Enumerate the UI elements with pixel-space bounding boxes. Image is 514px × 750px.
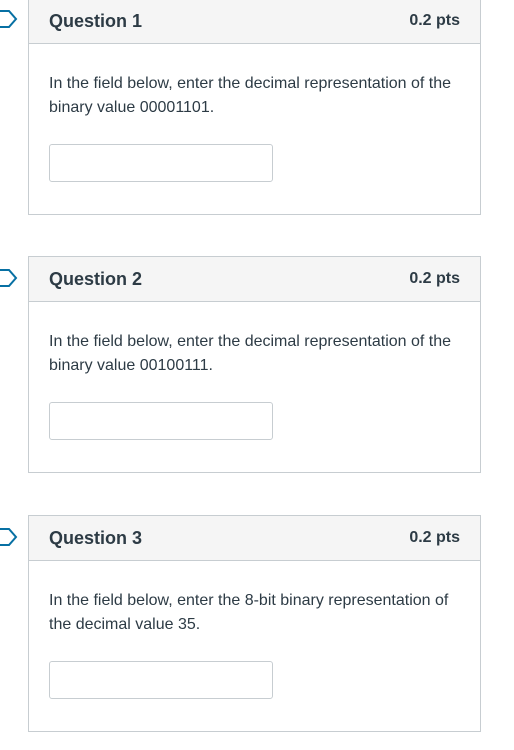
question-points: 0.2 pts (409, 529, 460, 546)
question-3: Question 3 0.2 pts In the field below, e… (28, 515, 481, 732)
question-title: Question 2 (49, 268, 143, 289)
question-points: 0.2 pts (409, 12, 460, 29)
question-header: Question 2 0.2 pts (29, 257, 480, 302)
question-body: In the field below, enter the 8-bit bina… (29, 561, 480, 729)
question-body: In the field below, enter the decimal re… (29, 44, 480, 212)
answer-input[interactable] (49, 661, 273, 699)
answer-input[interactable] (49, 144, 273, 182)
question-title: Question 1 (49, 10, 143, 31)
question-text: In the field below, enter the decimal re… (49, 333, 452, 374)
question-text: In the field below, enter the 8-bit bina… (49, 592, 449, 633)
flag-question-3-icon[interactable] (0, 528, 18, 546)
answer-input[interactable] (49, 402, 273, 440)
question-body: In the field below, enter the decimal re… (29, 302, 480, 470)
flag-question-2-icon[interactable] (0, 269, 18, 287)
question-2: Question 2 0.2 pts In the field below, e… (28, 256, 481, 473)
question-1: Question 1 0.2 pts In the field below, e… (28, 0, 481, 215)
question-text: In the field below, enter the decimal re… (49, 75, 452, 116)
question-header: Question 3 0.2 pts (29, 516, 480, 561)
question-title: Question 3 (49, 527, 143, 548)
flag-question-1-icon[interactable] (0, 10, 18, 28)
question-header: Question 1 0.2 pts (29, 0, 480, 44)
question-points: 0.2 pts (409, 270, 460, 287)
